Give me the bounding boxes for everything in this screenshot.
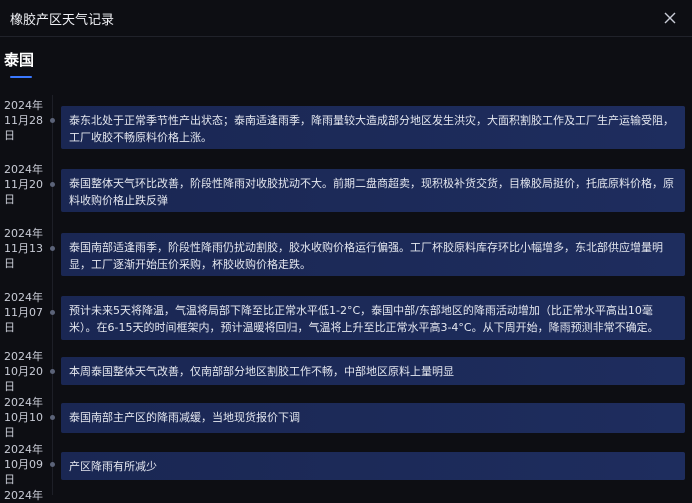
date-year: 2024年 — [4, 99, 43, 112]
entry-date: 2024年 10月10 日 — [4, 395, 44, 440]
timeline-dot — [50, 246, 55, 251]
dialog-header: 橡胶产区天气记录 — [0, 0, 692, 37]
date-year: 2024年 — [4, 227, 43, 240]
date-suffix: 日 — [4, 380, 15, 393]
region-title: 泰国 — [4, 51, 35, 69]
entry-card: 本周泰国整体天气改善，仅南部部分地区割胶工作不畅，中部地区原料上量明显 — [61, 357, 685, 385]
timeline-dot — [50, 369, 55, 374]
date-suffix: 日 — [4, 257, 15, 270]
entry-text: 泰国南部适逢雨季，阶段性降雨仍扰动割胶，胶水收购价格运行偏强。工厂杯胶原料库存环… — [69, 241, 663, 271]
entry-text: 本周泰国整体天气改善，仅南部部分地区割胶工作不畅，中部地区原料上量明显 — [69, 365, 454, 378]
date-suffix: 日 — [4, 129, 15, 142]
timeline-dot — [50, 118, 55, 123]
entry-card: 预计未来5天将降温，气温将局部下降至比正常水平低1-2°C，泰国中部/东部地区的… — [61, 296, 685, 340]
entry-date: 2024年 11月13 日 — [4, 226, 44, 271]
date-month-day: 11月28 — [4, 114, 43, 127]
timeline-line — [52, 95, 53, 495]
entry-text: 泰国整体天气环比改善，阶段性降雨对收胶扰动不大。前期二盘商超卖，现积极补货交货，… — [69, 177, 674, 207]
close-icon — [664, 12, 676, 24]
timeline-dot — [50, 415, 55, 420]
timeline-dot — [50, 462, 55, 467]
entry-date: 2024年 10月20 日 — [4, 349, 44, 394]
entry-card: 产区降雨有所减少 — [61, 452, 685, 480]
date-month-day: 11月13 — [4, 242, 43, 255]
timeline-dot — [50, 182, 55, 187]
dialog-title: 橡胶产区天气记录 — [10, 12, 115, 28]
entry-date: 2024年 10月09 日 — [4, 442, 44, 487]
date-year: 2024年 — [4, 350, 43, 363]
date-year: 2024年 — [4, 489, 43, 502]
entry-card: 泰国南部主产区的降雨减缓，当地现货报价下调 — [61, 403, 685, 433]
entry-card: 泰国整体天气环比改善，阶段性降雨对收胶扰动不大。前期二盘商超卖，现积极补货交货，… — [61, 169, 685, 212]
entry-card: 泰国南部适逢雨季，阶段性降雨仍扰动割胶，胶水收购价格运行偏强。工厂杯胶原料库存环… — [61, 233, 685, 276]
entry-text: 泰东北处于正常季节性产出状态；泰南适逢雨季，降雨量较大造成部分地区发生洪灾，大面… — [69, 114, 674, 144]
date-year: 2024年 — [4, 396, 43, 409]
date-month-day: 11月20 — [4, 178, 43, 191]
date-month-day: 10月09 — [4, 458, 43, 471]
date-year: 2024年 — [4, 291, 43, 304]
entry-card: 泰东北处于正常季节性产出状态；泰南适逢雨季，降雨量较大造成部分地区发生洪灾，大面… — [61, 106, 685, 149]
date-month-day: 11月07 — [4, 306, 43, 319]
date-year: 2024年 — [4, 443, 43, 456]
date-suffix: 日 — [4, 473, 15, 486]
close-button[interactable] — [660, 8, 680, 28]
date-month-day: 10月10 — [4, 411, 43, 424]
timeline-dot — [50, 310, 55, 315]
entry-text: 泰国南部主产区的降雨减缓，当地现货报价下调 — [69, 411, 300, 424]
region-section: 泰国 — [0, 37, 692, 78]
date-suffix: 日 — [4, 193, 15, 206]
entry-date: 2024年 — [4, 488, 44, 503]
entry-date: 2024年 11月28 日 — [4, 98, 44, 143]
entry-date: 2024年 11月20 日 — [4, 162, 44, 207]
region-title-underline — [10, 76, 32, 78]
date-suffix: 日 — [4, 321, 15, 334]
date-year: 2024年 — [4, 163, 43, 176]
entry-text: 产区降雨有所减少 — [69, 460, 157, 473]
date-month-day: 10月20 — [4, 365, 43, 378]
entry-text: 预计未来5天将降温，气温将局部下降至比正常水平低1-2°C，泰国中部/东部地区的… — [69, 304, 659, 334]
entry-date: 2024年 11月07 日 — [4, 290, 44, 335]
date-suffix: 日 — [4, 426, 15, 439]
